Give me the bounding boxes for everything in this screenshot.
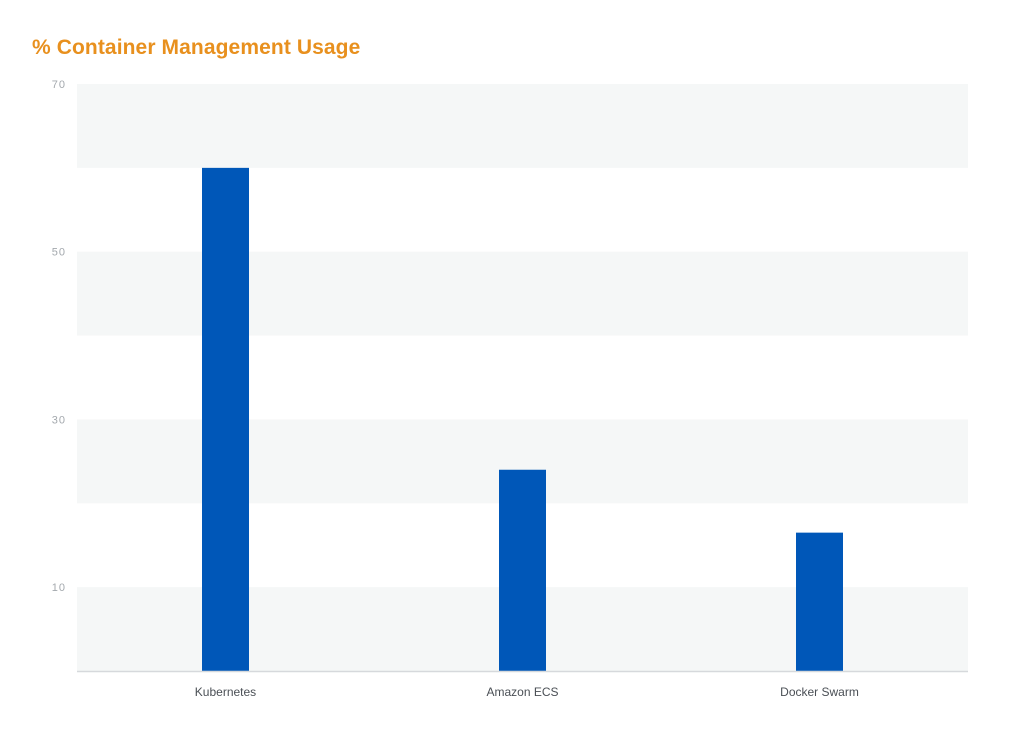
- bar-chart: 10 30 50 70 Kubernetes Amazon ECS Docker Swar…: [52, 79, 968, 699]
- bar-docker-swarm: [796, 532, 843, 671]
- y-tick-label: 10: [52, 582, 66, 594]
- x-tick-label: Kubernetes: [195, 685, 256, 699]
- grid-band: [77, 84, 968, 168]
- y-tick-label: 70: [52, 79, 66, 91]
- bar-kubernetes: [202, 167, 249, 671]
- x-tick-label: Amazon ECS: [486, 685, 558, 699]
- bar-amazon-ecs: [499, 469, 546, 671]
- x-axis-labels: Kubernetes Amazon ECS Docker Swarm: [195, 685, 859, 699]
- y-tick-label: 50: [52, 247, 66, 259]
- y-tick-label: 30: [52, 414, 66, 426]
- x-tick-label: Docker Swarm: [780, 685, 859, 699]
- y-axis-ticks: 10 30 50 70: [52, 79, 66, 594]
